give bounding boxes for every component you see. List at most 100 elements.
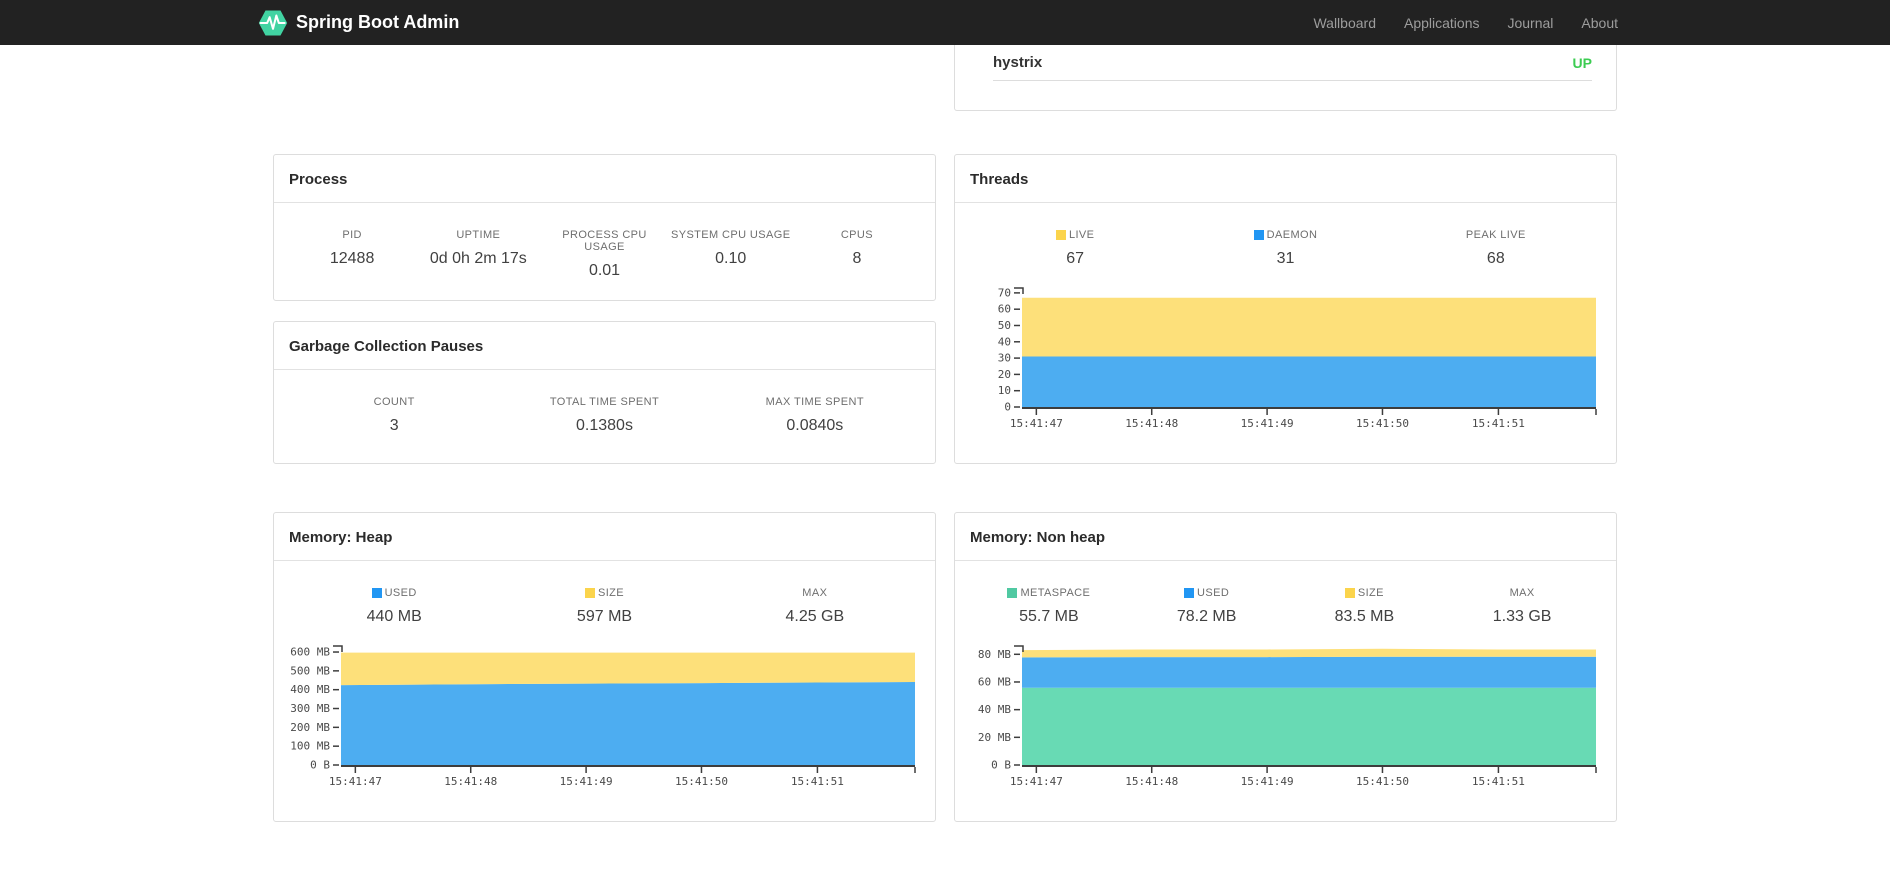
svg-text:20: 20 [998,368,1011,381]
metric-label: METASPACE [970,587,1128,599]
legend-label: USED [1197,587,1230,599]
svg-text:0 B: 0 B [991,759,1011,772]
application-name[interactable]: hystrix [993,54,1042,71]
svg-text:40: 40 [998,335,1011,348]
size-legend-swatch-icon [584,588,595,598]
svg-text:15:41:51: 15:41:51 [1472,775,1525,788]
application-status-badge: UP [1572,54,1592,71]
svg-text:30: 30 [998,352,1011,365]
svg-text:500 MB: 500 MB [290,664,330,677]
metric-value: 1.33 GB [1492,608,1552,625]
svg-text:200 MB: 200 MB [290,721,330,734]
metric-nonheap-metaspace: METASPACE 55.7 MB [970,587,1128,626]
svg-text:15:41:47: 15:41:47 [329,775,382,788]
metric-value: 0.0840s [786,417,844,434]
metric-nonheap-max: MAX 1.33 GB [1443,587,1601,626]
metric-value: 0.01 [588,262,621,279]
memory-nonheap-card-title: Memory: Non heap [955,513,1616,561]
metaspace-legend-swatch-icon [1007,588,1018,598]
svg-text:15:41:48: 15:41:48 [1125,417,1178,430]
metric-label: USED [289,587,499,599]
garbage-collection-card-title: Garbage Collection Pauses [274,322,935,370]
divider [993,80,1592,81]
metric-threads-live: LIVE 67 [970,229,1180,268]
metric-value: 597 MB [576,608,633,625]
metric-system-cpu-usage: SYSTEM CPU USAGE 0.10 [668,229,794,280]
metric-heap-used: USED 440 MB [289,587,499,626]
application-row[interactable]: hystrix UP [955,45,1616,71]
legend-label: METASPACE [1020,587,1091,599]
metric-label: PID [342,229,362,241]
svg-text:15:41:51: 15:41:51 [1472,417,1525,430]
legend-label: DAEMON [1266,229,1318,241]
memory-heap-area-chart: 0 B 100 MB 200 MB 300 MB 400 MB 500 MB 600 MB 1… [289,641,920,789]
memory-heap-card: Memory: Heap USED 440 MB SIZE 597 MB MAX… [273,512,936,822]
metric-label: CPUS [840,229,873,241]
metric-label: COUNT [373,396,415,408]
metric-label: MAX [802,587,828,599]
memory-nonheap-area-chart: 0 B 20 MB 40 MB 60 MB 80 MB 15:41:47 15:41:48 1… [970,641,1601,789]
metric-value: 0d 0h 2m 17s [429,250,527,267]
metric-label: PEAK LIVE [1465,229,1526,241]
svg-text:60 MB: 60 MB [978,675,1011,688]
metric-value: 55.7 MB [1019,608,1079,625]
metric-label: LIVE [970,229,1180,241]
navbar: Spring Boot Admin Wallboard Applications… [0,0,1890,45]
size-legend-swatch-icon [1344,588,1355,598]
threads-area-chart: 0 10 20 30 40 50 60 70 15:41:47 15:41:48 15:41:49 1… [970,283,1601,431]
memory-nonheap-card: Memory: Non heap METASPACE 55.7 MB USED … [954,512,1617,822]
nav-item-applications[interactable]: Applications [1390,15,1494,31]
nav-item-journal[interactable]: Journal [1493,15,1567,31]
garbage-collection-card: Garbage Collection Pauses COUNT 3 TOTAL … [273,321,936,464]
daemon-legend-swatch-icon [1253,230,1264,240]
svg-text:600 MB: 600 MB [290,646,330,659]
svg-text:400 MB: 400 MB [290,683,330,696]
metric-threads-peak-live: PEAK LIVE 68 [1391,229,1601,268]
svg-text:15:41:50: 15:41:50 [675,775,728,788]
metric-value: 440 MB [366,608,422,625]
metric-label: UPTIME [456,229,501,241]
metric-value: 31 [1276,250,1295,267]
svg-text:15:41:48: 15:41:48 [444,775,497,788]
legend-label: USED [384,587,417,599]
nav-item-about[interactable]: About [1567,15,1632,31]
svg-text:20 MB: 20 MB [978,731,1011,744]
metric-pid: PID 12488 [289,229,415,280]
svg-text:70: 70 [998,286,1011,299]
used-legend-swatch-icon [371,588,382,598]
metric-value: 3 [389,417,399,434]
svg-text:15:41:50: 15:41:50 [1356,417,1409,430]
metric-value: 12488 [329,250,375,267]
metric-heap-max: MAX 4.25 GB [710,587,920,626]
metric-label: TOTAL TIME SPENT [549,396,660,408]
metric-value: 4.25 GB [785,608,845,625]
svg-text:60: 60 [998,303,1011,316]
metric-heap-size: SIZE 597 MB [499,587,709,626]
metric-value: 68 [1486,250,1505,267]
spring-boot-admin-logo-icon [258,9,288,37]
metric-cpus: CPUS 8 [794,229,920,280]
threads-card: Threads LIVE 67 DAEMON 31 PEAK LIVE 68 0… [954,154,1617,464]
svg-text:15:41:47: 15:41:47 [1010,417,1063,430]
legend-label: LIVE [1068,229,1095,241]
metric-label: PROCESS CPU USAGE [562,229,647,253]
memory-heap-card-title: Memory: Heap [274,513,935,561]
metric-label: DAEMON [1180,229,1390,241]
application-card: hystrix UP [954,45,1617,111]
nav-item-wallboard[interactable]: Wallboard [1299,15,1390,31]
svg-text:15:41:51: 15:41:51 [791,775,844,788]
brand-link[interactable]: Spring Boot Admin [258,9,459,37]
svg-text:15:41:49: 15:41:49 [1241,775,1294,788]
svg-text:15:41:48: 15:41:48 [1125,775,1178,788]
nav-menu: Wallboard Applications Journal About [1299,0,1632,45]
metric-label: MAX TIME SPENT [765,396,864,408]
metric-value: 78.2 MB [1176,608,1237,625]
used-legend-swatch-icon [1184,588,1195,598]
metric-value: 8 [852,250,862,267]
svg-text:0: 0 [1004,401,1011,414]
metric-label: SYSTEM CPU USAGE [670,229,791,241]
live-legend-swatch-icon [1055,230,1066,240]
svg-text:50: 50 [998,319,1011,332]
legend-label: SIZE [1357,587,1384,599]
svg-text:15:41:49: 15:41:49 [560,775,613,788]
